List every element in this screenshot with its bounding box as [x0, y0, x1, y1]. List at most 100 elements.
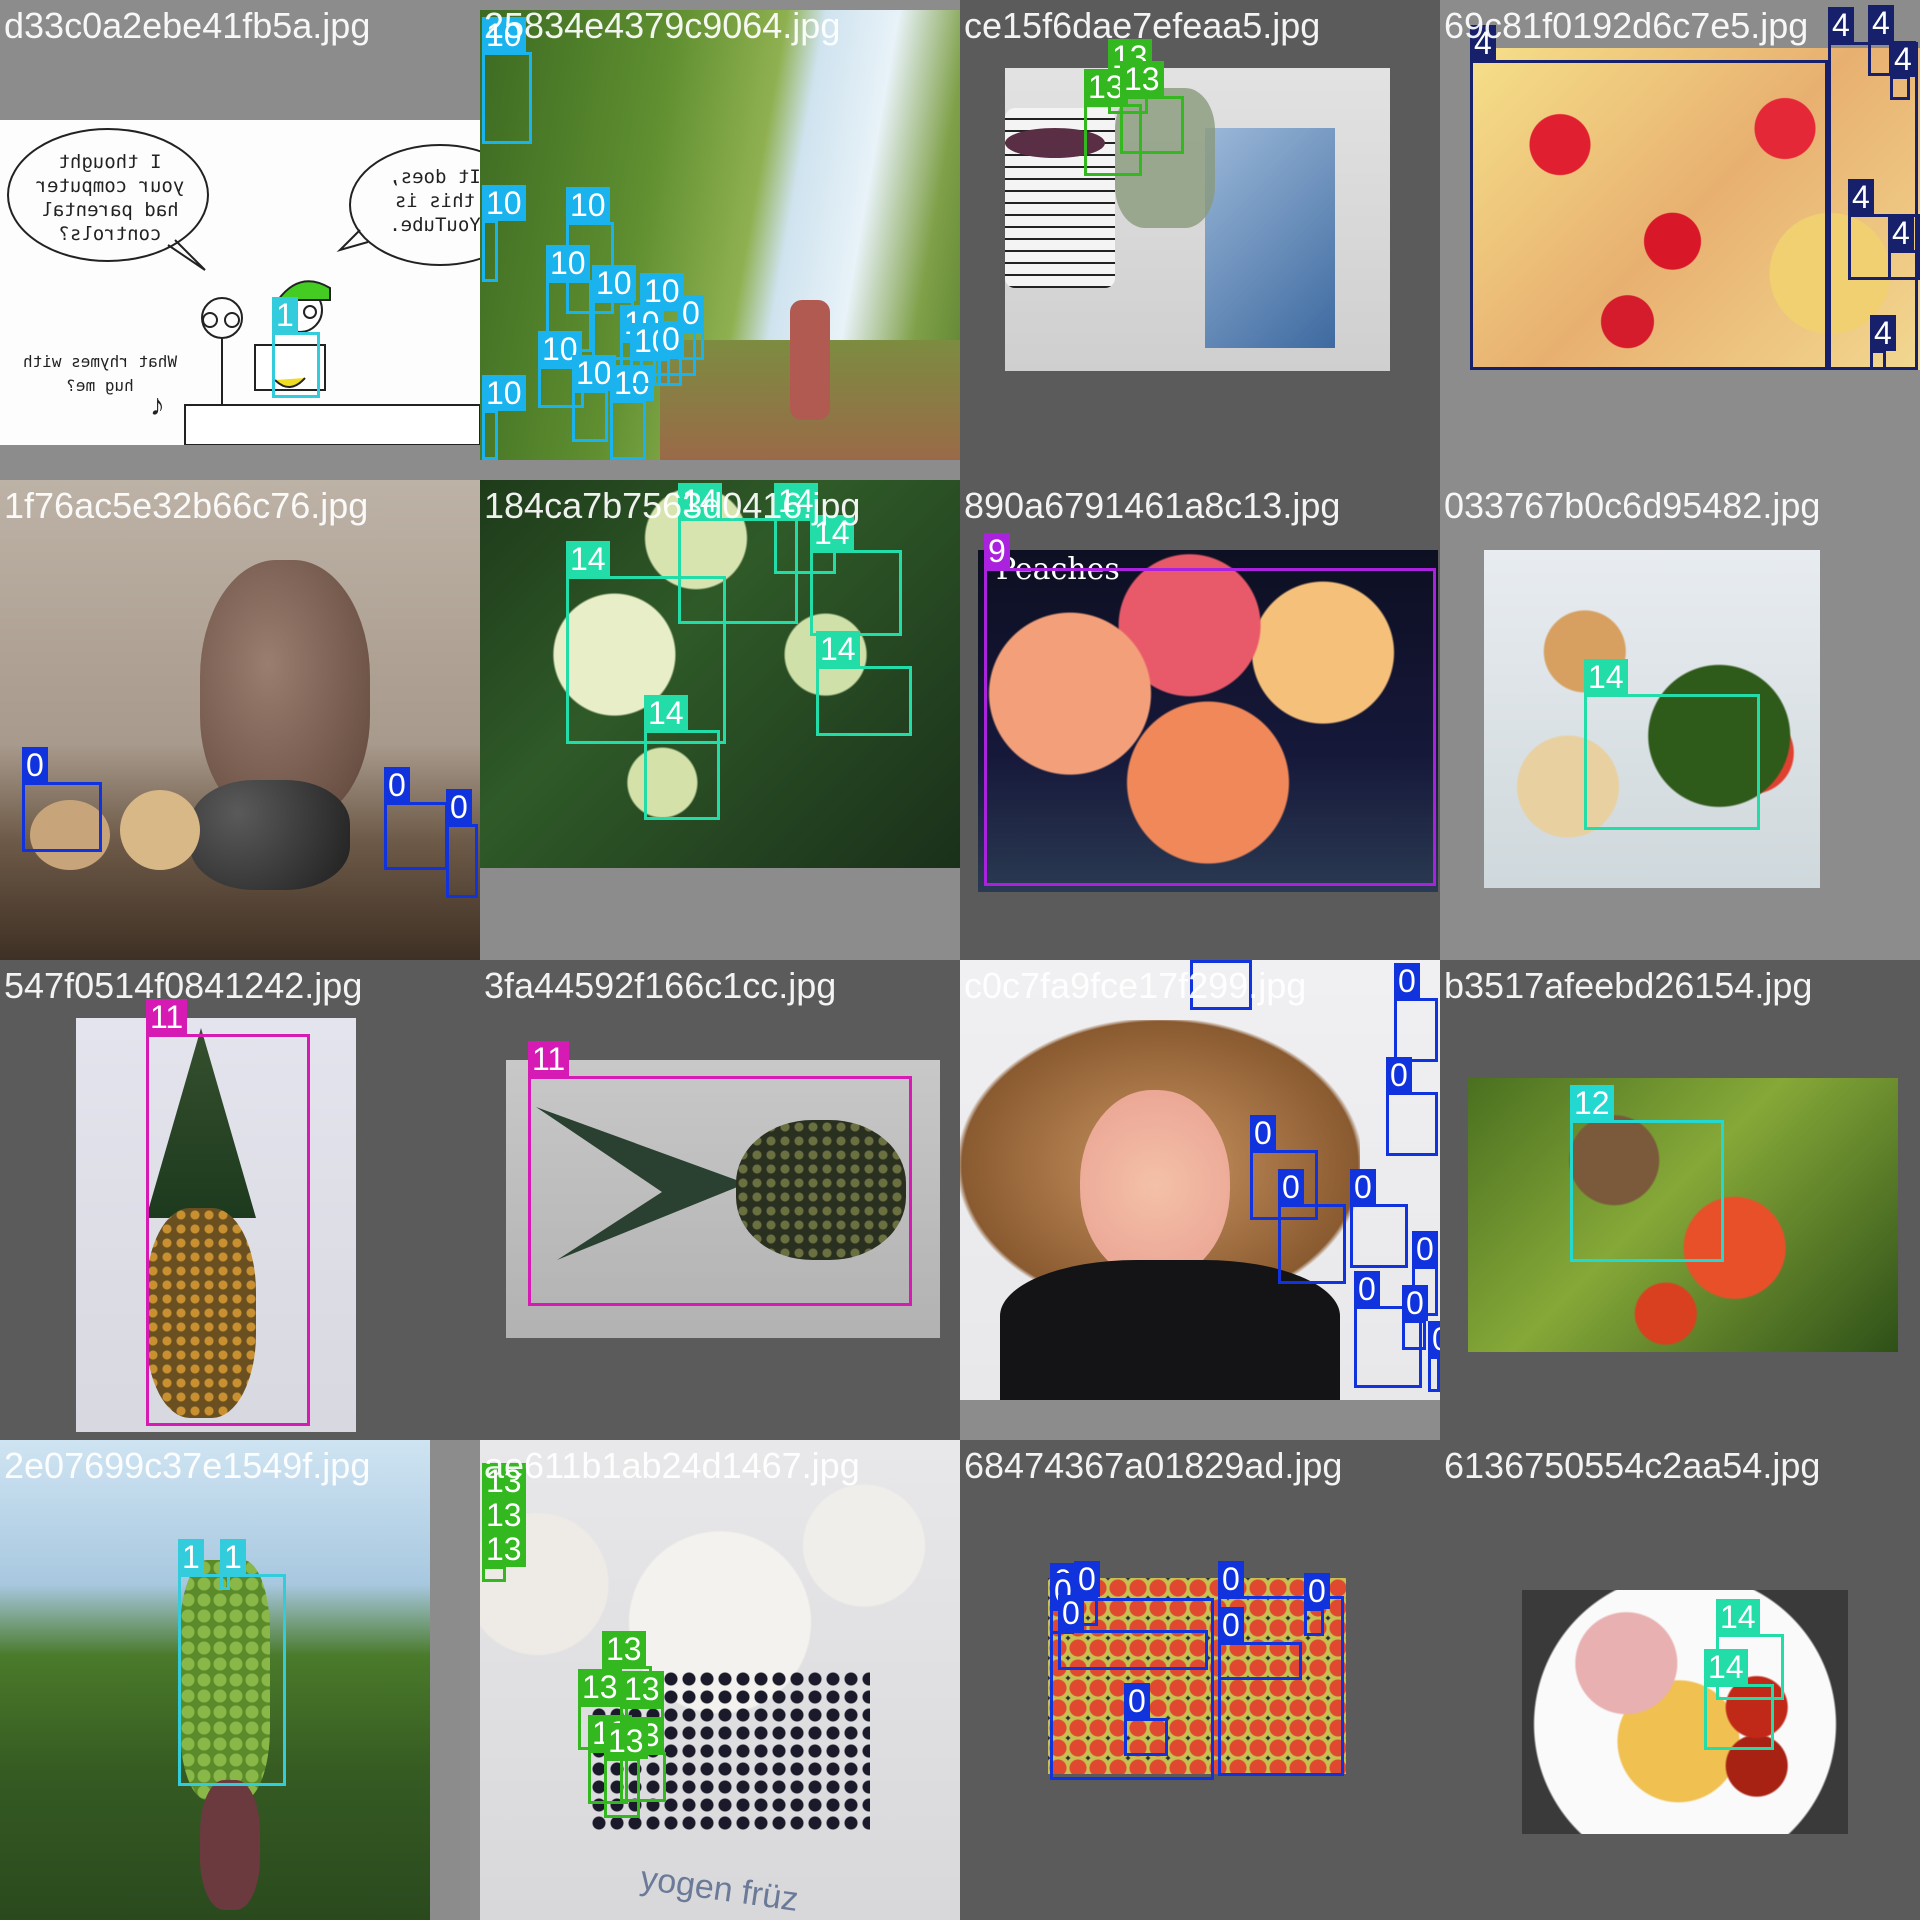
detection-label: 14 — [1584, 659, 1628, 695]
tile-filename: 3fa44592f166c1cc.jpg — [484, 965, 837, 1006]
detection-label: 14 — [1704, 1649, 1748, 1685]
tile-filename: c0c7fa9fce17f299.jpg — [964, 965, 1307, 1006]
detection-box: 13 — [482, 1531, 526, 1582]
detection-box: 9 — [984, 533, 1436, 886]
detection-box: 12 — [1570, 1085, 1724, 1262]
detection-box: 0 — [1386, 1057, 1438, 1156]
detection-label: 0 — [1428, 1321, 1440, 1357]
comic-bubble-right-line: this is — [394, 190, 476, 212]
tea-photo — [1005, 68, 1390, 371]
tile-filename: 033767b0c6d95482.jpg — [1444, 485, 1821, 526]
detection-label: 13 — [1120, 61, 1164, 97]
detection-label: 10 — [482, 185, 526, 221]
tile-banana-tree: 2e07699c37e1549f.jpg 1 1 — [0, 1440, 480, 1920]
detection-box: 4 — [1868, 5, 1894, 76]
tile-pineapple-upright: 547f0514f0841242.jpg 11 — [0, 960, 480, 1440]
tile-peaches: Peaches 890a6791461a8c13.jpg 9 — [960, 480, 1440, 960]
detection-box: 4 — [1888, 215, 1920, 280]
detection-box: 0 — [1402, 1285, 1428, 1350]
detection-label: 0 — [1394, 963, 1420, 999]
detection-box: 10 — [482, 375, 526, 460]
detection-label: 0 — [1402, 1285, 1428, 1321]
detection-box: 10 — [482, 185, 526, 282]
detection-box: 0 — [384, 767, 448, 870]
detection-label: 10 — [546, 245, 590, 281]
detection-label: 4 — [1870, 315, 1896, 351]
detection-box: 14 — [1584, 659, 1760, 830]
detection-label: 0 — [384, 767, 410, 803]
detection-box: 0 — [1124, 1683, 1168, 1756]
detection-label: 0 — [1250, 1115, 1276, 1151]
tile-filename: 890a6791461a8c13.jpg — [964, 485, 1341, 526]
tile-apple-crates: 68474367a01829ad.jpg 0 0 0 0 0 0 0 0 — [960, 1440, 1440, 1920]
tile-filename: 2e07699c37e1549f.jpg — [4, 1445, 371, 1486]
detection-box: 14 — [810, 515, 902, 636]
detection-label: 0 — [22, 747, 48, 783]
detection-label: 1 — [178, 1539, 204, 1575]
detection-label: 9 — [984, 533, 1010, 569]
detection-box: 0 — [1428, 1321, 1440, 1392]
detection-label: 0 — [446, 789, 472, 825]
yogurt-cup-text: yogen früz — [638, 1859, 801, 1919]
tile-filename: 547f0514f0841242.jpg — [4, 965, 363, 1006]
tile-pear-orchard: 25834e4379c9064.jpg 10 10 10 10 10 10 10… — [480, 0, 960, 480]
detection-mosaic: ♪ I thought your computer had parental c… — [0, 0, 1920, 1920]
tile-filename: 68474367a01829ad.jpg — [964, 1445, 1343, 1486]
detection-box: 1 — [220, 1539, 246, 1590]
detection-label: 12 — [1570, 1085, 1614, 1121]
detection-label: 0 — [658, 321, 684, 357]
detection-box: 14 — [644, 695, 720, 820]
detection-box: 13 — [604, 1723, 648, 1818]
comic-bubble-left-line: had parental — [41, 199, 179, 221]
comic-bottom-line: What rhymes with — [22, 352, 178, 371]
detection-label: 14 — [816, 631, 860, 667]
tile-still-life: 1f76ac5e32b66c76.jpg 0 0 0 — [0, 480, 480, 960]
detection-box: 14 — [1704, 1649, 1774, 1750]
detection-box: 10 — [572, 355, 616, 442]
tile-filename: b3517afeebd26154.jpg — [1444, 965, 1813, 1006]
tile-filename: ae611b1ab24d1467.jpg — [484, 1445, 860, 1486]
detection-label: 14 — [1716, 1599, 1760, 1635]
detection-label: 0 — [1350, 1169, 1376, 1205]
salad-bowl-photo — [1522, 1590, 1848, 1834]
detection-label: 13 — [482, 1531, 526, 1567]
tile-pomegranate: b3517afeebd26154.jpg 12 — [1440, 960, 1920, 1440]
tile-tea: ce15f6dae7efeaa5.jpg 13 13 13 — [960, 0, 1440, 480]
detection-label: 0 — [1218, 1561, 1244, 1597]
detection-box: 10 — [610, 365, 654, 460]
detection-label: 0 — [1074, 1561, 1100, 1597]
detection-label: 10 — [566, 187, 610, 223]
detection-box: 4 — [1870, 315, 1896, 370]
detection-box: 4 — [1890, 41, 1916, 100]
detection-box: 0 — [1218, 1607, 1302, 1680]
detection-box: 0 — [22, 747, 102, 852]
detection-label: 0 — [1278, 1169, 1304, 1205]
detection-label: 1 — [220, 1539, 246, 1575]
detection-box: 1 — [272, 297, 320, 398]
detection-box: 1 — [178, 1539, 286, 1786]
tile-filename: d33c0a2ebe41fb5a.jpg — [4, 5, 371, 46]
detection-label: 0 — [1124, 1683, 1150, 1719]
tile-filename: 69c81f0192d6c7e5.jpg — [1444, 5, 1809, 46]
detection-label: 13 — [604, 1723, 648, 1759]
tile-filename: 1f76ac5e32b66c76.jpg — [4, 485, 369, 526]
detection-label: 4 — [1848, 179, 1874, 215]
detection-label: 1 — [272, 297, 298, 333]
comic-bubble-right-line: YouTube. — [389, 214, 480, 236]
detection-label: 4 — [1828, 7, 1854, 43]
detection-box: 14 — [816, 631, 912, 736]
tile-pineapple-lying: 3fa44592f166c1cc.jpg 11 — [480, 960, 960, 1440]
tile-tomato-plant: 184ca7b7563d0416.jpg 14 14 14 14 14 14 — [480, 480, 960, 960]
detection-box: 0 — [1058, 1595, 1208, 1670]
detection-label: 14 — [566, 541, 610, 577]
detection-label: 0 — [1058, 1595, 1084, 1631]
detection-box: 0 — [658, 321, 684, 386]
detection-label: 13 — [602, 1631, 646, 1667]
detection-box: 13 — [1120, 61, 1184, 154]
detection-label: 4 — [1890, 41, 1916, 77]
detection-label: 10 — [592, 265, 636, 301]
detection-label: 11 — [528, 1041, 570, 1077]
detection-box: 0 — [1278, 1169, 1346, 1284]
tile-frozen-yogurt: yogen früz ae611b1ab24d1467.jpg 13 13 13… — [480, 1440, 960, 1920]
detection-box: 11 — [146, 999, 310, 1426]
